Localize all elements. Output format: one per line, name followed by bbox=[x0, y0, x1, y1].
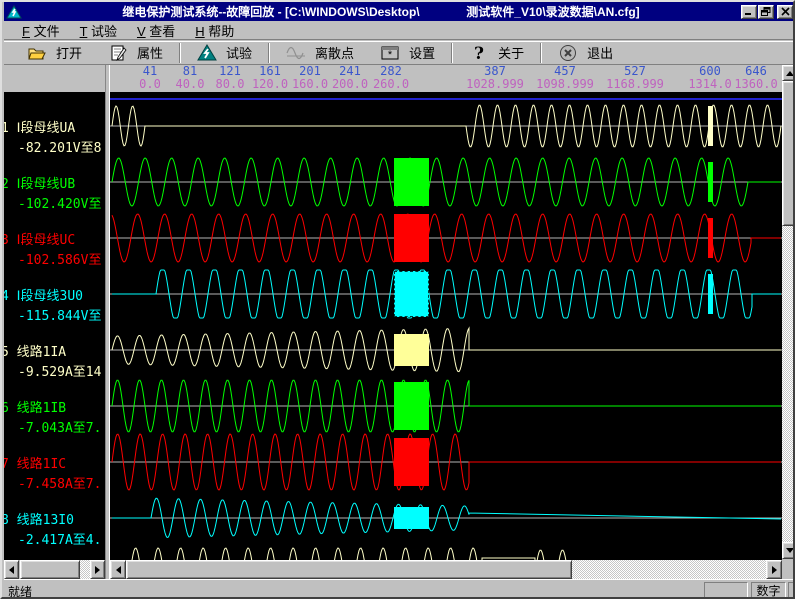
toolbar-separator bbox=[268, 43, 270, 63]
test-lightning-icon bbox=[197, 44, 217, 62]
about-button[interactable]: ? 关于 bbox=[456, 42, 537, 63]
channel-name-label: 5 线路1IA bbox=[4, 345, 66, 360]
fault-square-marker[interactable] bbox=[394, 382, 429, 430]
waveform-scrollbar[interactable] bbox=[110, 560, 782, 579]
toolbar-separator bbox=[540, 43, 542, 63]
waveform-scroll-left-button[interactable] bbox=[110, 560, 126, 579]
channel-name-label: 3 Ⅰ段母线UC bbox=[4, 233, 75, 248]
waveform-area[interactable] bbox=[110, 92, 782, 560]
exit-icon bbox=[558, 44, 578, 62]
labels-scroll-thumb[interactable] bbox=[20, 560, 80, 579]
close-button[interactable] bbox=[777, 5, 793, 19]
app-window: 继电保护测试系统--故障回放 - [C:\WINDOWS\Desktop\ 测试… bbox=[0, 0, 795, 599]
channel-range-label: -9.529A至14 bbox=[18, 365, 101, 380]
fault-square-marker[interactable] bbox=[394, 158, 429, 206]
channel-range-label: -102.586V至 bbox=[18, 253, 101, 268]
open-folder-icon bbox=[27, 44, 47, 62]
toolbar: 打开 属性 试验 离散点 bbox=[4, 41, 795, 65]
cursor-bar-marker bbox=[708, 218, 713, 258]
status-panel-empty bbox=[788, 582, 795, 598]
status-ready-text: 就绪 bbox=[8, 583, 32, 599]
menu-help[interactable]: H 帮助 bbox=[185, 20, 244, 41]
settings-button[interactable]: * 设置 bbox=[367, 42, 448, 63]
scroll-down-button[interactable] bbox=[782, 542, 795, 559]
properties-icon bbox=[108, 44, 128, 62]
cursor-bar-marker bbox=[708, 106, 713, 146]
labels-scrollbar[interactable] bbox=[4, 560, 105, 579]
channel-range-label: -7.458A至7. bbox=[18, 477, 101, 492]
menu-view[interactable]: V 查看 bbox=[127, 20, 185, 41]
menu-file[interactable]: F 文件 bbox=[12, 20, 70, 41]
channel-name-label: 2 Ⅰ段母线UB bbox=[4, 177, 75, 192]
status-panel-empty bbox=[704, 582, 748, 598]
fault-square-marker[interactable] bbox=[394, 507, 429, 529]
ruler-tick: 3871028.999 bbox=[466, 65, 524, 91]
waveform-plot bbox=[110, 92, 782, 560]
open-button[interactable]: 打开 bbox=[14, 42, 95, 63]
channel-name-label: 1 Ⅰ段母线UA bbox=[4, 121, 75, 136]
svg-text:?: ? bbox=[474, 44, 484, 62]
ruler-tick: 6461360.0 bbox=[734, 65, 777, 91]
ruler: 410.0 8140.0 12180.0 161120.0201160.0241200… bbox=[110, 65, 782, 92]
waveform-scroll-right-button[interactable] bbox=[766, 560, 782, 579]
waveform-trace bbox=[130, 548, 575, 560]
ruler-tick: 5271168.999 bbox=[606, 65, 664, 91]
minimize-button[interactable] bbox=[741, 5, 757, 19]
ruler-tick: 161120.0 bbox=[252, 65, 288, 91]
window-title: 继电保护测试系统--故障回放 - [C:\WINDOWS\Desktop\ 测试… bbox=[22, 3, 740, 20]
restore-button[interactable] bbox=[758, 5, 774, 19]
waveform-scroll-thumb[interactable] bbox=[126, 560, 572, 579]
labels-scroll-right-button[interactable] bbox=[90, 560, 105, 579]
properties-button[interactable]: 属性 bbox=[95, 42, 176, 63]
ruler-tick: 282260.0 bbox=[373, 65, 409, 91]
ruler-tick: 12180.0 bbox=[216, 65, 245, 91]
vertical-scroll-thumb[interactable] bbox=[782, 81, 795, 226]
menu-bar: F 文件 T 试验 V 查看 H 帮助 bbox=[4, 21, 795, 40]
channel-range-label: -82.201V至8 bbox=[18, 141, 101, 156]
ruler-spacer bbox=[4, 65, 105, 92]
toolbar-separator bbox=[179, 43, 181, 63]
ruler-tick: 241200.0 bbox=[332, 65, 368, 91]
channel-name-label: 6 线路1IB bbox=[4, 401, 66, 416]
channel-range-label: -2.417A至4. bbox=[18, 533, 101, 548]
fault-square-marker[interactable] bbox=[394, 334, 429, 366]
title-bar: 继电保护测试系统--故障回放 - [C:\WINDOWS\Desktop\ 测试… bbox=[4, 2, 795, 21]
fault-square-marker[interactable] bbox=[394, 214, 429, 262]
status-bar: 就绪 数字 bbox=[4, 579, 795, 599]
labels-scroll-left-button[interactable] bbox=[4, 560, 19, 579]
ruler-tick: 201160.0 bbox=[292, 65, 328, 91]
toolbar-separator bbox=[451, 43, 453, 63]
scroll-up-button[interactable] bbox=[782, 65, 795, 81]
svg-text:*: * bbox=[388, 49, 393, 61]
channel-range-label: -102.420V至 bbox=[18, 197, 101, 212]
channel-range-label: -7.043A至7. bbox=[18, 421, 101, 436]
ruler-tick: 410.0 bbox=[139, 65, 161, 91]
question-mark-icon: ? bbox=[469, 44, 489, 62]
cursor-bar-marker bbox=[708, 162, 713, 202]
ruler-tick: 8140.0 bbox=[176, 65, 205, 91]
test-button[interactable]: 试验 bbox=[184, 42, 265, 63]
discrete-points-button[interactable]: 离散点 bbox=[273, 42, 367, 63]
fault-square-marker[interactable] bbox=[394, 271, 429, 317]
status-mode-badge: 数字 bbox=[751, 582, 786, 598]
sine-wave-icon bbox=[286, 44, 306, 62]
ruler-tick: 6001314.0 bbox=[688, 65, 731, 91]
cursor-bar-marker bbox=[708, 274, 713, 314]
vertical-scroll-track[interactable] bbox=[782, 226, 795, 542]
settings-icon: * bbox=[380, 44, 400, 62]
channel-name-label: 4 Ⅰ段母线3U0 bbox=[4, 289, 83, 304]
scrollbar-corner bbox=[782, 560, 795, 579]
channel-name-label: 8 线路13I0 bbox=[4, 513, 74, 528]
channel-range-label: -115.844V至 bbox=[18, 309, 101, 324]
labels-scroll-track[interactable] bbox=[80, 560, 90, 579]
fault-square-marker[interactable] bbox=[394, 438, 429, 486]
exit-button[interactable]: 退出 bbox=[545, 42, 626, 63]
channel-labels: 1 Ⅰ段母线UA -82.201V至8 2 Ⅰ段母线UB -102.420V至 3 Ⅰ段… bbox=[4, 92, 105, 560]
vertical-scrollbar[interactable] bbox=[782, 65, 795, 559]
menu-test[interactable]: T 试验 bbox=[70, 20, 127, 41]
channel-name-label: 7 线路1IC bbox=[4, 457, 66, 472]
waveform-scroll-track[interactable] bbox=[572, 560, 766, 579]
ruler-tick: 4571098.999 bbox=[536, 65, 594, 91]
app-icon bbox=[6, 5, 22, 19]
